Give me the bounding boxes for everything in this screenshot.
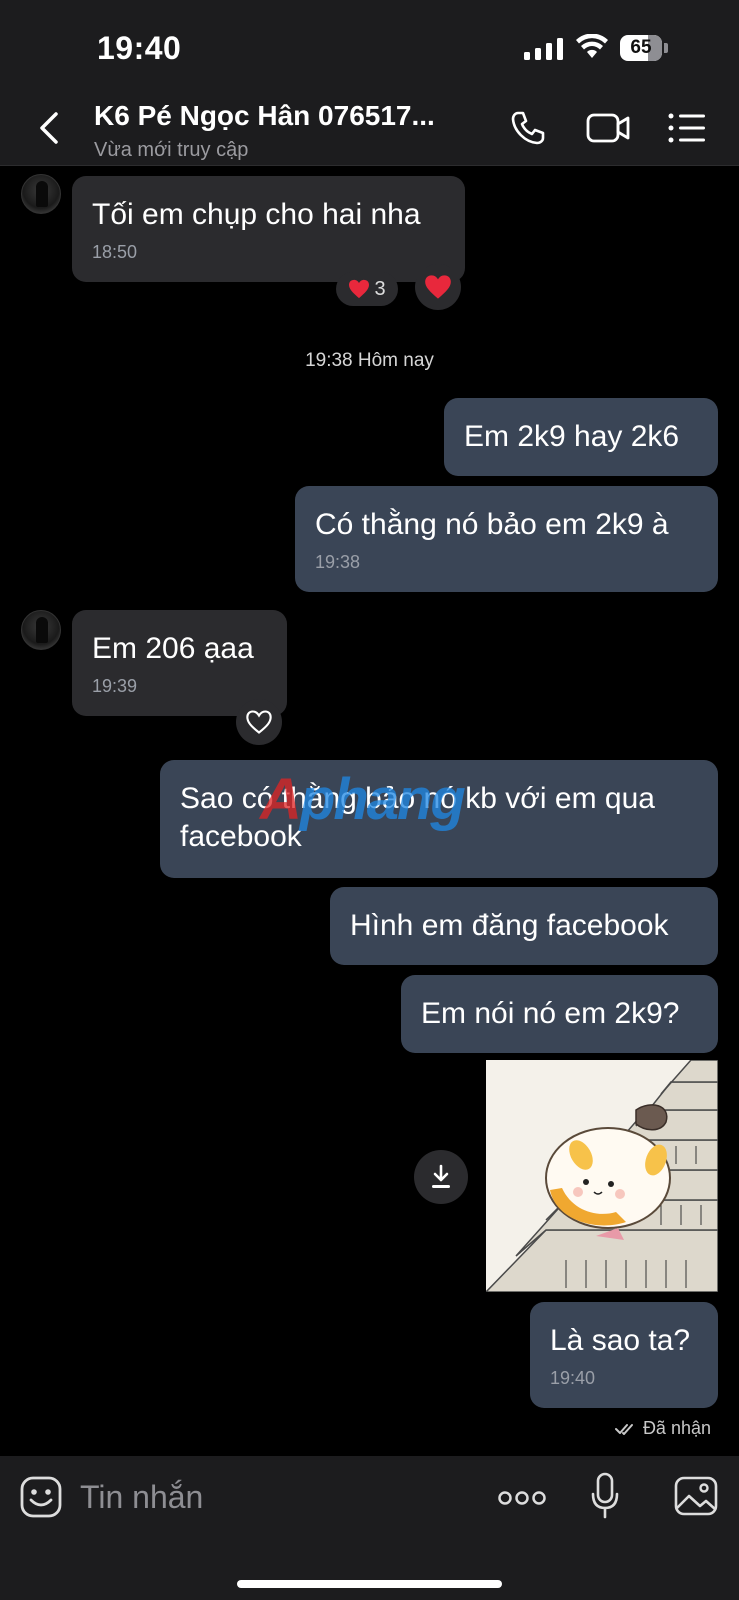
heart-icon (349, 279, 370, 299)
message-bubble-incoming[interactable]: Tối em chụp cho hai nha 18:50 (72, 176, 465, 282)
message-input[interactable] (80, 1474, 460, 1520)
home-indicator[interactable] (237, 1580, 502, 1588)
contact-avatar[interactable] (21, 610, 61, 650)
back-icon[interactable] (36, 110, 62, 146)
date-separator: 19:38 Hôm nay (305, 350, 434, 371)
mic-icon[interactable] (590, 1472, 620, 1520)
reaction-summary[interactable]: 3 (336, 272, 398, 306)
download-icon (432, 1164, 450, 1188)
reaction-count: 3 (374, 277, 386, 300)
image-icon[interactable] (674, 1476, 718, 1516)
message-text: Tối em chụp cho hai nha (92, 198, 421, 231)
message-text: Em nói nó em 2k9? (421, 997, 680, 1030)
video-call-icon[interactable] (586, 112, 630, 144)
cellular-signal-icon (524, 38, 563, 60)
message-bubble-outgoing[interactable]: Hình em đăng facebook (330, 887, 718, 965)
message-bubble-outgoing[interactable]: Là sao ta? 19:40 (530, 1302, 718, 1408)
message-time: 19:39 (92, 676, 138, 696)
message-bubble-outgoing[interactable]: Em 2k9 hay 2k6 (444, 398, 718, 476)
status-bar: 19:40 65 (0, 0, 739, 92)
heart-icon (425, 275, 451, 299)
message-text: Em 206 ạaa (92, 632, 254, 665)
contact-status: Vừa mới truy cập (94, 139, 249, 161)
chat-header: K6 Pé Ngọc Hân 076517... Vừa mới truy cậ… (0, 92, 739, 166)
status-time: 19:40 (97, 30, 182, 66)
call-icon[interactable] (510, 110, 546, 146)
react-button[interactable] (415, 264, 461, 310)
emoji-icon[interactable] (20, 1476, 62, 1518)
message-bubble-outgoing[interactable]: Em nói nó em 2k9? (401, 975, 718, 1053)
heart-outline-icon (246, 710, 272, 734)
react-button[interactable] (236, 699, 282, 745)
download-button[interactable] (414, 1150, 468, 1204)
message-text: Sao có thằng bảo nó kb với em qua facebo… (180, 782, 655, 853)
message-text: Hình em đăng facebook (350, 909, 669, 942)
menu-icon[interactable] (668, 112, 706, 144)
message-bubble-outgoing[interactable]: Có thằng nó bảo em 2k9 à 19:38 (295, 486, 718, 592)
message-time: 18:50 (92, 242, 138, 262)
receipt-text: Đã nhận (642, 1418, 711, 1438)
read-receipt: Đã nhận (614, 1418, 711, 1439)
contact-name[interactable]: K6 Pé Ngọc Hân 076517... (94, 100, 466, 132)
battery-indicator: 65 (620, 35, 662, 61)
message-composer (0, 1456, 739, 1600)
sticker-image[interactable] (486, 1060, 718, 1292)
wifi-icon (576, 34, 608, 58)
contact-avatar[interactable] (21, 174, 61, 214)
message-time: 19:38 (315, 552, 361, 572)
message-text: Có thằng nó bảo em 2k9 à (315, 508, 669, 541)
double-check-icon (614, 1423, 633, 1435)
message-time: 19:40 (550, 1368, 596, 1388)
message-text: Là sao ta? (550, 1324, 691, 1357)
message-bubble-outgoing[interactable]: Sao có thằng bảo nó kb với em qua facebo… (160, 760, 718, 878)
more-icon[interactable] (498, 1490, 546, 1506)
message-text: Em 2k9 hay 2k6 (464, 420, 680, 453)
battery-tip (664, 43, 668, 53)
battery-level: 65 (630, 37, 652, 58)
